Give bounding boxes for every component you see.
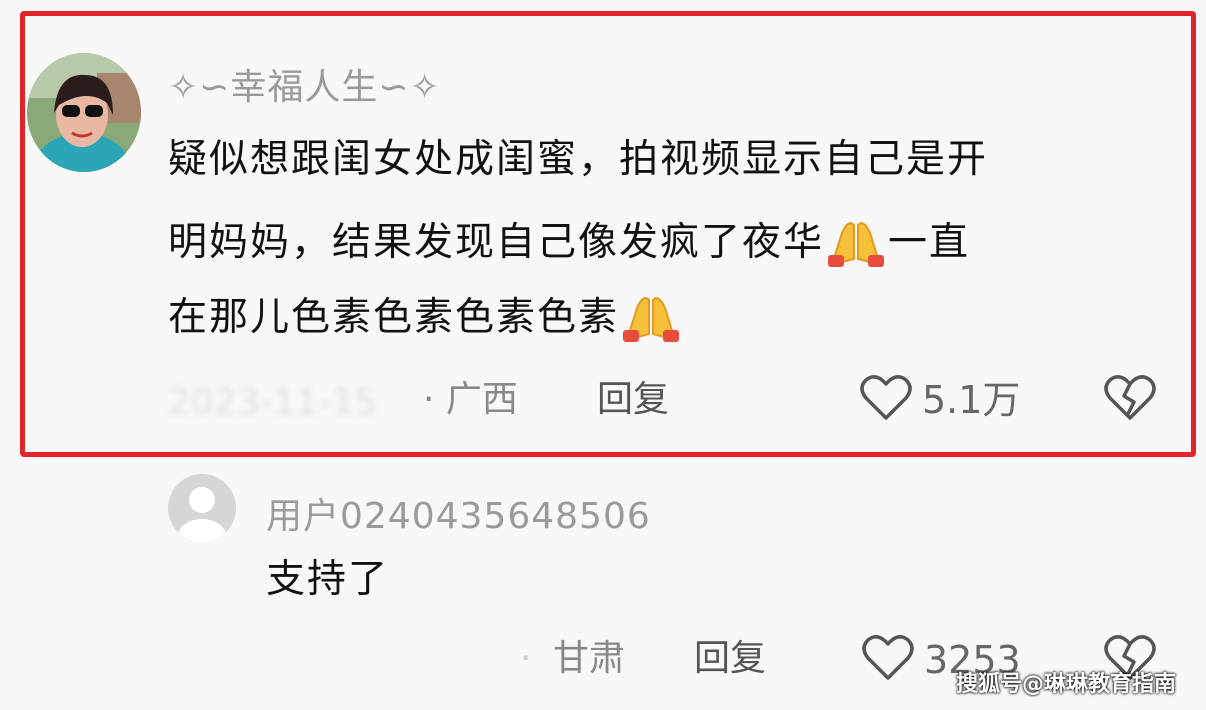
like-heart-icon[interactable]: [862, 634, 914, 682]
comment-text-line: 在那儿色素色素色素色素: [168, 290, 683, 349]
comment-text-line: 明妈妈，结果发现自己像发疯了夜华 一直: [168, 215, 970, 274]
comment-username[interactable]: 用户0240435648506: [266, 487, 651, 539]
comment-username[interactable]: ✧∽幸福人生∽✧: [168, 58, 441, 110]
like-count: 5.1万: [922, 378, 1021, 422]
comment-location: 甘肃: [553, 638, 626, 679]
reply-button[interactable]: 回复: [694, 641, 766, 677]
default-avatar-icon[interactable]: [168, 474, 236, 542]
watermark: 搜狐号@琳琳教育指南: [955, 672, 1176, 697]
broken-heart-icon[interactable]: [1104, 374, 1156, 422]
date-fragment: ·: [520, 638, 532, 679]
ornament-left-icon: ✧∽: [168, 67, 231, 108]
comment-text-line: 疑似想跟闺女处成闺蜜，拍视频显示自己是开: [168, 137, 989, 182]
comment-location: · 广西: [423, 379, 518, 420]
pray-emoji-icon: [619, 290, 683, 349]
comment-text: 支持了: [266, 557, 390, 602]
pray-emoji-icon: [824, 215, 888, 274]
like-heart-icon[interactable]: [860, 374, 912, 422]
comment-date: 2023-11-15: [168, 382, 378, 423]
ornament-right-icon: ∽✧: [378, 67, 441, 108]
reply-button[interactable]: 回复: [597, 382, 669, 418]
user-avatar[interactable]: [27, 53, 141, 172]
